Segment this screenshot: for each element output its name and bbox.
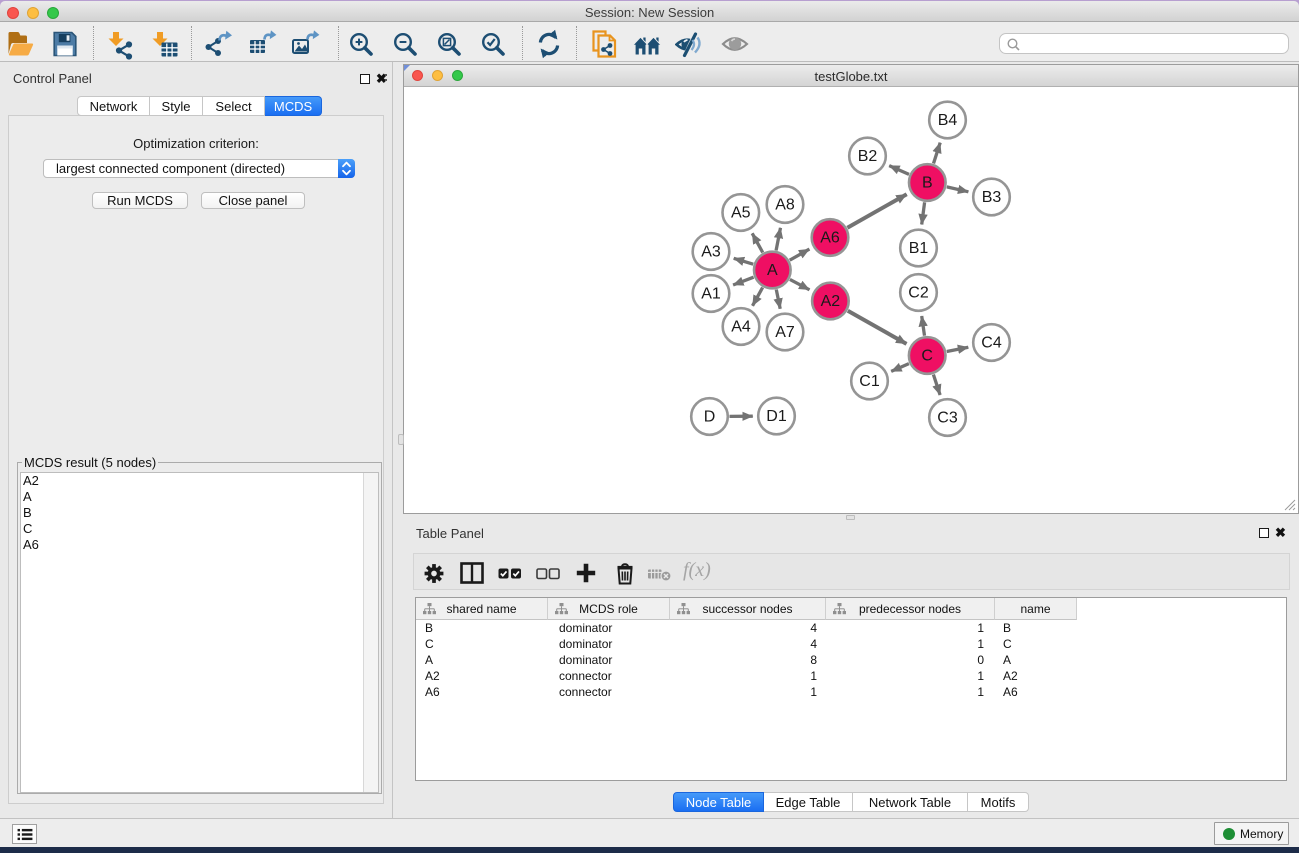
svg-text:C4: C4 [981, 335, 1002, 352]
svg-text:B2: B2 [858, 148, 878, 165]
svg-text:A5: A5 [731, 205, 751, 222]
svg-text:A1: A1 [701, 286, 721, 303]
svg-text:A2: A2 [821, 293, 841, 310]
svg-text:A8: A8 [775, 197, 795, 214]
svg-text:A3: A3 [701, 244, 721, 261]
svg-text:B: B [922, 175, 933, 192]
svg-text:C: C [921, 348, 933, 365]
svg-text:C2: C2 [908, 285, 929, 302]
svg-text:C3: C3 [937, 410, 958, 427]
svg-text:B1: B1 [909, 240, 929, 257]
svg-text:C1: C1 [859, 373, 880, 390]
svg-text:A7: A7 [775, 324, 795, 341]
svg-text:B4: B4 [938, 112, 958, 129]
svg-text:D1: D1 [766, 408, 787, 425]
svg-text:A: A [767, 262, 778, 279]
svg-text:B3: B3 [982, 189, 1002, 206]
svg-text:D: D [704, 409, 716, 426]
svg-text:A6: A6 [820, 230, 840, 247]
svg-text:A4: A4 [731, 319, 751, 336]
